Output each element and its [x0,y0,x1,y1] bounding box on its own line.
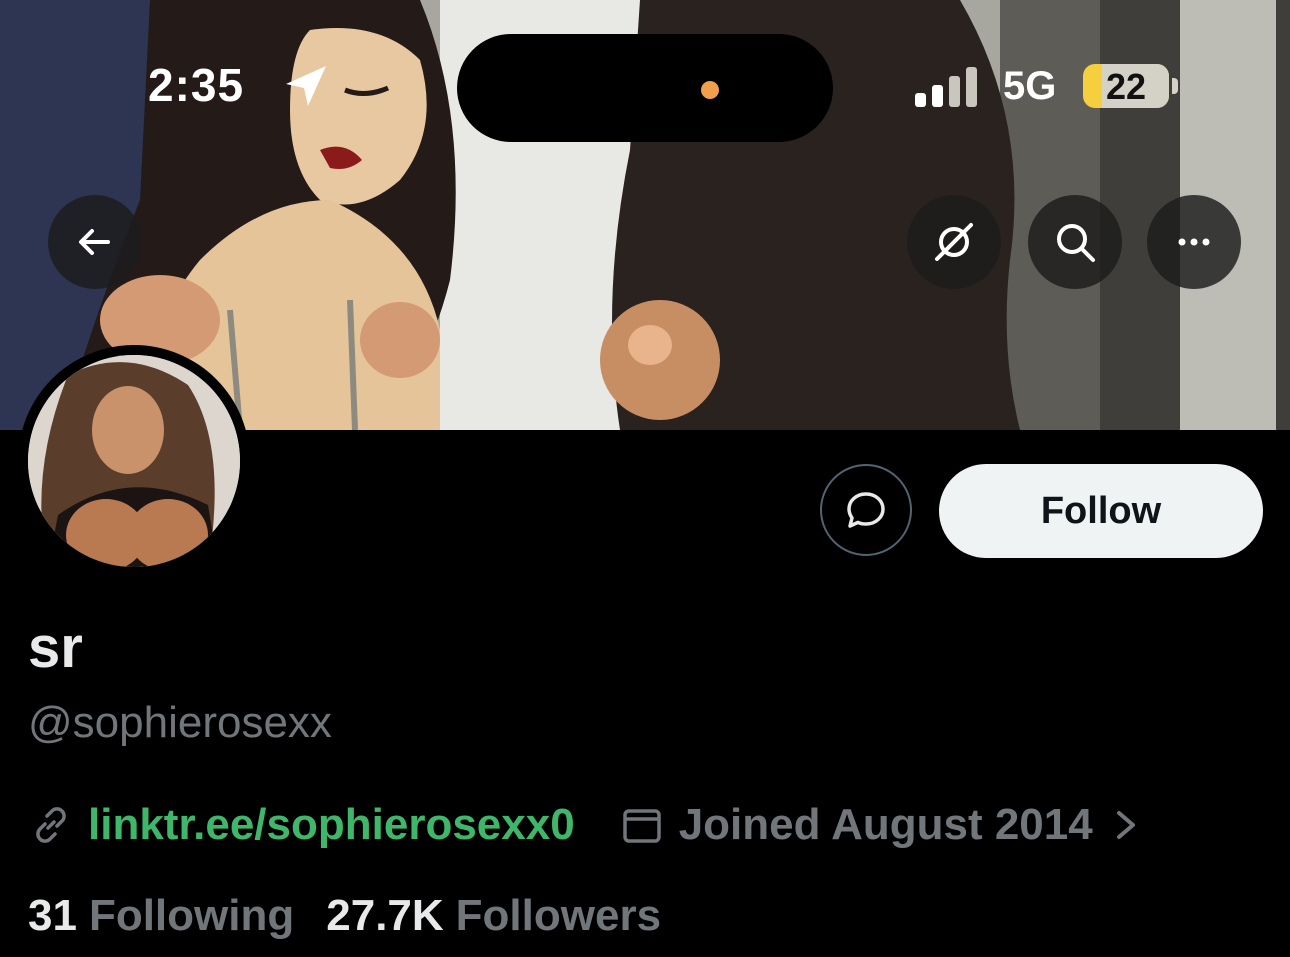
search-button[interactable] [1028,195,1122,289]
arrow-left-icon [79,229,110,255]
grok-icon [935,223,973,261]
avatar-image [28,355,240,567]
back-button[interactable] [48,195,142,289]
user-handle: @sophierosexx [28,698,332,747]
follow-button[interactable]: Follow [939,464,1263,558]
link-icon [36,807,66,843]
joined-date: Joined August 2014 [678,800,1093,849]
more-button[interactable] [1147,195,1241,289]
avatar[interactable] [18,345,250,577]
search-icon [1057,224,1095,262]
following-label: Following [88,891,295,940]
battery-cap [1172,78,1178,94]
followers-stat[interactable]: 27.7K Followers [326,891,661,941]
dynamic-island [457,34,833,142]
grok-button[interactable] [907,195,1001,289]
network-type: 5G [1003,64,1057,108]
profile-link[interactable]: linktr.ee/sophierosexx0 [88,800,575,850]
followers-count: 27.7K [326,891,444,940]
location-arrow-icon [286,66,326,106]
message-button[interactable] [820,464,912,556]
more-icon [1178,238,1210,246]
follow-stats: 31 Following 27.7K Followers [28,891,693,941]
battery-indicator: 22 [1083,64,1169,108]
chevron-right-icon[interactable] [1111,805,1141,845]
privacy-indicator-dot [701,81,719,99]
following-stat[interactable]: 31 Following [28,891,294,941]
battery-level: 22 [1105,66,1147,107]
signal-strength-icon [915,67,977,107]
following-count: 31 [28,891,77,940]
followers-label: Followers [455,891,662,940]
display-name: sr [28,615,83,680]
profile-meta: linktr.ee/sophierosexx0 Joined August 20… [28,800,1141,850]
status-time: 2:35 [148,59,245,111]
message-icon [847,492,885,528]
calendar-icon [622,809,661,843]
